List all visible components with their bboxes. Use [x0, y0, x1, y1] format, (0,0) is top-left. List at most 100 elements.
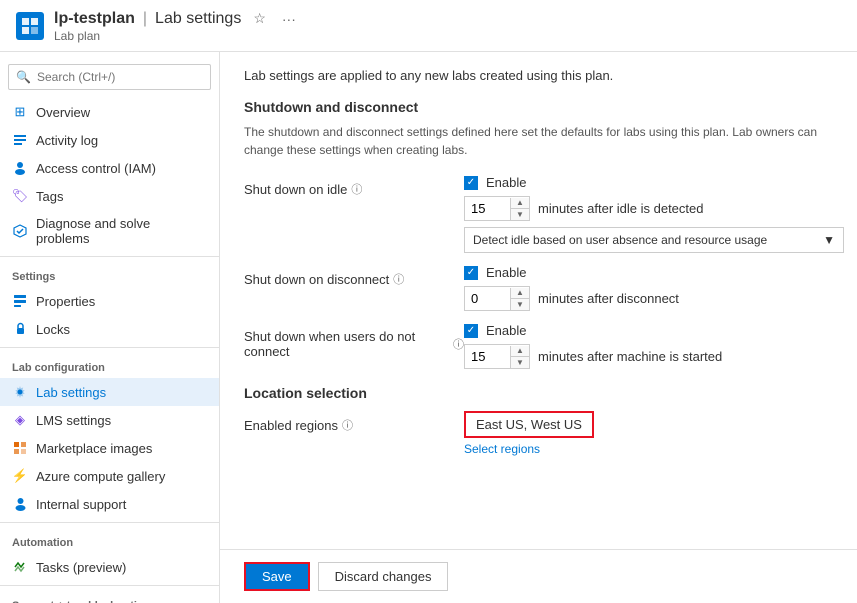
sidebar-label-diagnose: Diagnose and solve problems: [36, 216, 207, 246]
shutdown-section-title: Shutdown and disconnect: [244, 99, 833, 115]
sidebar-item-diagnose[interactable]: Diagnose and solve problems: [0, 210, 219, 252]
shutdown-no-connect-checkbox[interactable]: [464, 324, 478, 338]
shutdown-disconnect-label: Shut down on disconnect ⓘ: [244, 265, 464, 287]
shutdown-disconnect-checkbox[interactable]: [464, 266, 478, 280]
page-description: Lab settings are applied to any new labs…: [244, 68, 833, 83]
location-section: Location selection Enabled regions ⓘ Eas…: [244, 385, 833, 456]
shutdown-idle-spinner-down[interactable]: ▼: [511, 209, 529, 220]
sidebar-item-lms-settings[interactable]: ◈ LMS settings: [0, 406, 219, 434]
properties-icon: [12, 293, 28, 309]
shutdown-disconnect-spinner-up[interactable]: ▲: [511, 288, 529, 299]
sidebar-label-marketplace-images: Marketplace images: [36, 441, 152, 456]
enabled-regions-value-container: East US, West US Select regions: [464, 411, 594, 456]
sidebar-label-properties: Properties: [36, 294, 95, 309]
activity-log-icon: [12, 132, 28, 148]
sidebar: 🔍 ⊞ Overview Activity log Access control…: [0, 52, 220, 603]
sidebar-label-tags: Tags: [36, 189, 63, 204]
shutdown-no-connect-enable-row: Enable: [464, 323, 722, 338]
shutdown-disconnect-spinner-btns: ▲ ▼: [510, 288, 529, 310]
resource-icon: [16, 12, 44, 40]
favorite-icon[interactable]: ☆: [249, 8, 270, 29]
sidebar-item-lab-settings[interactable]: Lab settings: [0, 378, 219, 406]
sidebar-label-activity-log: Activity log: [36, 133, 98, 148]
tags-icon: 🏷: [12, 188, 28, 204]
shutdown-idle-checkbox[interactable]: [464, 176, 478, 190]
shutdown-no-connect-spinner-up[interactable]: ▲: [511, 346, 529, 357]
sidebar-label-overview: Overview: [36, 105, 90, 120]
shutdown-no-connect-minutes-input[interactable]: 15: [465, 345, 510, 368]
tasks-icon: [12, 559, 28, 575]
idle-detect-dropdown[interactable]: Detect idle based on user absence and re…: [464, 227, 844, 253]
footer-actions: Save Discard changes: [220, 549, 857, 603]
search-container: 🔍: [8, 64, 211, 90]
sidebar-label-lms-settings: LMS settings: [36, 413, 111, 428]
search-icon: 🔍: [16, 70, 31, 84]
dropdown-arrow-icon: ▼: [823, 233, 835, 247]
shutdown-no-connect-enable-label: Enable: [486, 323, 526, 338]
select-regions-link[interactable]: Select regions: [464, 442, 594, 456]
nav-divider-2: [0, 347, 219, 348]
shutdown-disconnect-info-icon[interactable]: ⓘ: [393, 271, 404, 287]
nav-divider-1: [0, 256, 219, 257]
shutdown-disconnect-minutes-input[interactable]: 0: [465, 287, 510, 310]
sidebar-item-activity-log[interactable]: Activity log: [0, 126, 219, 154]
search-input[interactable]: [8, 64, 211, 90]
resource-subtitle: Lab plan: [54, 29, 300, 43]
sidebar-item-locks[interactable]: Locks: [0, 315, 219, 343]
shutdown-disconnect-row: Shut down on disconnect ⓘ Enable 0 ▲ ▼: [244, 265, 833, 311]
shutdown-disconnect-spinner-down[interactable]: ▼: [511, 299, 529, 310]
shutdown-disconnect-enable-row: Enable: [464, 265, 679, 280]
shutdown-no-connect-spinner-btns: ▲ ▼: [510, 346, 529, 368]
idle-detect-dropdown-value: Detect idle based on user absence and re…: [473, 233, 767, 247]
shutdown-disconnect-minutes-label: minutes after disconnect: [538, 291, 679, 306]
shutdown-no-connect-minutes-row: 15 ▲ ▼ minutes after machine is started: [464, 344, 722, 369]
enabled-regions-info-icon[interactable]: ⓘ: [342, 417, 353, 433]
shutdown-no-connect-spinner: 15 ▲ ▼: [464, 344, 530, 369]
shutdown-idle-label: Shut down on idle ⓘ: [244, 175, 464, 197]
save-button[interactable]: Save: [244, 562, 310, 591]
section-label-settings: Settings: [0, 261, 219, 287]
sidebar-item-properties[interactable]: Properties: [0, 287, 219, 315]
section-label-lab-config: Lab configuration: [0, 352, 219, 378]
sidebar-label-lab-settings: Lab settings: [36, 385, 106, 400]
shutdown-idle-minutes-row: 15 ▲ ▼ minutes after idle is detected: [464, 196, 844, 221]
shutdown-no-connect-row: Shut down when users do not connect ⓘ En…: [244, 323, 833, 369]
shutdown-no-connect-controls: Enable 15 ▲ ▼ minutes after machine is s…: [464, 323, 722, 369]
shutdown-no-connect-label: Shut down when users do not connect ⓘ: [244, 323, 464, 359]
discard-button[interactable]: Discard changes: [318, 562, 449, 591]
sidebar-item-tags[interactable]: 🏷 Tags: [0, 182, 219, 210]
sidebar-item-marketplace-images[interactable]: Marketplace images: [0, 434, 219, 462]
enabled-regions-value: East US, West US: [464, 411, 594, 438]
sidebar-label-tasks: Tasks (preview): [36, 560, 126, 575]
sidebar-label-access-control: Access control (IAM): [36, 161, 156, 176]
sidebar-label-locks: Locks: [36, 322, 70, 337]
sidebar-item-tasks[interactable]: Tasks (preview): [0, 553, 219, 581]
sidebar-label-azure-compute: Azure compute gallery: [36, 469, 165, 484]
shutdown-disconnect-minutes-row: 0 ▲ ▼ minutes after disconnect: [464, 286, 679, 311]
shutdown-disconnect-enable-label: Enable: [486, 265, 526, 280]
sidebar-item-access-control[interactable]: Access control (IAM): [0, 154, 219, 182]
shutdown-no-connect-spinner-down[interactable]: ▼: [511, 357, 529, 368]
marketplace-icon: [12, 440, 28, 456]
shutdown-idle-spinner: 15 ▲ ▼: [464, 196, 530, 221]
section-label-support: Support + troubleshooting: [0, 590, 219, 603]
shutdown-idle-info-icon[interactable]: ⓘ: [351, 181, 362, 197]
sidebar-item-overview[interactable]: ⊞ Overview: [0, 98, 219, 126]
shutdown-idle-minutes-input[interactable]: 15: [465, 197, 510, 220]
shutdown-idle-enable-row: Enable: [464, 175, 844, 190]
more-options-icon[interactable]: ···: [278, 9, 300, 29]
title-group: lp-testplan | Lab settings ☆ ··· Lab pla…: [54, 8, 300, 43]
shutdown-disconnect-controls: Enable 0 ▲ ▼ minutes after disconnect: [464, 265, 679, 311]
diagnose-icon: [12, 223, 28, 239]
sidebar-label-internal-support: Internal support: [36, 497, 126, 512]
sidebar-item-azure-compute[interactable]: ⚡ Azure compute gallery: [0, 462, 219, 490]
section-label-automation: Automation: [0, 527, 219, 553]
shutdown-no-connect-info-icon[interactable]: ⓘ: [453, 336, 464, 352]
overview-icon: ⊞: [12, 104, 28, 120]
access-control-icon: [12, 160, 28, 176]
shutdown-idle-spinner-up[interactable]: ▲: [511, 198, 529, 209]
shutdown-idle-controls: Enable 15 ▲ ▼ minutes after idle is dete…: [464, 175, 844, 253]
shutdown-disconnect-spinner: 0 ▲ ▼: [464, 286, 530, 311]
sidebar-item-internal-support[interactable]: Internal support: [0, 490, 219, 518]
lms-settings-icon: ◈: [12, 412, 28, 428]
